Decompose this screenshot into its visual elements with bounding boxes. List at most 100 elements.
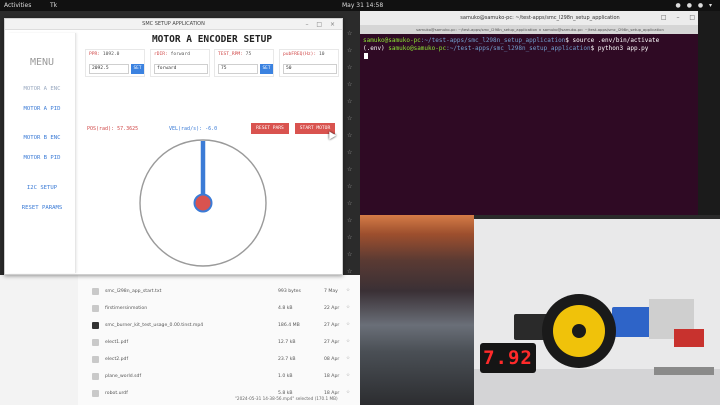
star-icon[interactable]: ☆ xyxy=(346,322,350,327)
star-icon[interactable]: ☆ xyxy=(347,81,352,88)
star-icon[interactable]: ☆ xyxy=(347,64,352,71)
motor-rig-photo xyxy=(474,294,720,405)
file-status-bar: "2024-05-31 14-38-56.mp4" selected (170.… xyxy=(235,396,338,401)
file-date: 22 Apr xyxy=(324,306,340,311)
star-icon[interactable]: ☆ xyxy=(347,30,352,37)
star-icon[interactable]: ☆ xyxy=(347,183,352,190)
file-date: 08 Apr xyxy=(324,357,340,362)
param-key: rDIR: xyxy=(154,52,168,57)
sidebar-item-motor-b-enc[interactable]: MOTOR B ENC xyxy=(8,135,76,141)
terminal-tabs[interactable]: samuko@samuko-pc: ~/test-apps/smc_l298n_… xyxy=(360,25,720,34)
window-titlebar[interactable]: SMC SETUP APPLICATION – □ × xyxy=(5,19,342,30)
param-card-ppr: PPR: 1092.0 2092.5 SET xyxy=(85,49,145,77)
param-value: 75 xyxy=(242,52,252,57)
file-row[interactable]: smc_burner_kit_test_usage_0.00.tinst.mp4… xyxy=(92,319,354,333)
terminal-prefix: (.env) xyxy=(363,45,389,52)
param-key: pubFREQ(Hz): xyxy=(283,52,317,57)
param-key: TEST_RPM: xyxy=(218,52,243,57)
param-card-pub-freq: pubFREQ(Hz): 10 50 xyxy=(279,49,339,77)
file-name: smc_burner_kit_test_usage_0.00.tinst.mp4 xyxy=(105,323,204,328)
file-date: 27 Apr xyxy=(324,323,340,328)
file-manager-sidebar xyxy=(0,275,78,405)
test-rpm-set-button[interactable]: SET xyxy=(260,64,273,74)
star-icon[interactable]: ☆ xyxy=(347,268,352,275)
menu-title: MENU xyxy=(29,57,55,68)
desktop-screen: Activities Tk May 31 14:58 ● ● ● ▾ smc_l… xyxy=(0,0,720,405)
ppr-set-button[interactable]: SET xyxy=(131,64,144,74)
app-indicator[interactable]: Tk xyxy=(50,0,57,11)
file-size: 23.7 kB xyxy=(278,357,296,362)
terminal-line: samuko@samuko-pc:~/test-apps/smc_l298n_s… xyxy=(363,37,659,44)
right-dock xyxy=(698,11,720,215)
star-icon[interactable]: ☆ xyxy=(346,356,350,361)
star-icon[interactable]: ☆ xyxy=(347,166,352,173)
position-readout: POS(rad): 57.3625 xyxy=(87,126,139,132)
test-rpm-input[interactable]: 75 xyxy=(218,64,258,74)
param-value: 10 xyxy=(316,52,325,57)
star-icon[interactable]: ☆ xyxy=(347,115,352,122)
star-icon[interactable]: ☆ xyxy=(346,390,350,395)
param-card-test-rpm: TEST_RPM: 75 75 SET xyxy=(214,49,274,77)
sidebar-item-motor-a-pid[interactable]: MOTOR A PID xyxy=(8,106,76,112)
sidebar-item-motor-a-enc[interactable]: MOTOR A ENC xyxy=(8,86,76,92)
file-size: 12.7 kB xyxy=(278,340,296,345)
sidebar-menu: MENU MOTOR A ENC MOTOR A PID MOTOR B ENC… xyxy=(8,33,76,273)
terminal-titlebar[interactable]: samuko@samuko-pc: ~/test-apps/smc_l298n_… xyxy=(360,11,720,25)
document-file-icon xyxy=(92,373,99,380)
file-size: 4.8 kB xyxy=(278,306,293,311)
ppr-input[interactable]: 2092.5 xyxy=(89,64,129,74)
star-icon[interactable]: ☆ xyxy=(347,200,352,207)
terminal-prompt: samuko@samuko-pc xyxy=(363,37,421,44)
reset-button[interactable]: RESET PARS xyxy=(251,123,289,134)
file-name: plane_world.sdf xyxy=(105,374,142,379)
star-icon[interactable]: ☆ xyxy=(347,47,352,54)
encoder-dial xyxy=(139,139,267,267)
param-card-rdir: rDIR: forward forward xyxy=(150,49,210,77)
camera-view-left xyxy=(360,215,474,405)
star-icon[interactable]: ☆ xyxy=(347,149,352,156)
star-icon[interactable]: ☆ xyxy=(346,288,350,293)
file-row[interactable]: elect2.pdf 23.7 kB 08 Apr ☆ xyxy=(92,353,354,367)
camera-view-right xyxy=(474,219,720,405)
top-bar: Activities Tk May 31 14:58 ● ● ● ▾ xyxy=(0,0,720,11)
activities-button[interactable]: Activities xyxy=(4,0,31,11)
terminal-cursor xyxy=(364,53,368,59)
sidebar-item-reset-params[interactable]: RESET PARAMS xyxy=(8,205,76,211)
star-icon[interactable]: ☆ xyxy=(346,373,350,378)
terminal-title: samuko@samuko-pc: ~/test-apps/smc_l298n_… xyxy=(460,15,620,21)
file-size: 993 bytes xyxy=(278,289,301,294)
page-title: MOTOR A ENCODER SETUP xyxy=(151,34,273,45)
document-file-icon xyxy=(92,288,99,295)
file-row[interactable]: elect1.pdf 12.7 kB 27 Apr ☆ xyxy=(92,336,354,350)
window-controls[interactable]: – □ × xyxy=(305,19,338,30)
file-row[interactable]: plane_world.sdf 1.0 kB 18 Apr ☆ xyxy=(92,370,354,384)
file-name: robot.urdf xyxy=(105,391,128,396)
system-tray[interactable]: ● ● ● ▾ xyxy=(676,0,714,11)
sidebar-item-i2c-setup[interactable]: I2C SETUP xyxy=(8,185,76,191)
file-row[interactable]: firstimersinmotion 4.8 kB 22 Apr ☆ xyxy=(92,302,354,316)
star-icon[interactable]: ☆ xyxy=(346,305,350,310)
star-icon[interactable]: ☆ xyxy=(347,132,352,139)
rdir-select[interactable]: forward xyxy=(154,64,208,74)
terminal-window: samuko@samuko-pc: ~/test-apps/smc_l298n_… xyxy=(360,11,720,215)
document-file-icon xyxy=(92,305,99,312)
dial-hub xyxy=(193,193,213,213)
file-date: 27 Apr xyxy=(324,340,340,345)
file-date: 18 Apr xyxy=(324,374,340,379)
star-icon[interactable]: ☆ xyxy=(347,98,352,105)
seven-segment-display: 7.92 xyxy=(480,343,536,373)
star-icon[interactable]: ☆ xyxy=(347,234,352,241)
pub-freq-select[interactable]: 50 xyxy=(283,64,337,74)
terminal-command: $ source .env/bin/activate xyxy=(565,37,660,44)
sidebar-item-motor-b-pid[interactable]: MOTOR B PID xyxy=(8,155,76,161)
file-manager-window: smc_l298n_app_start.txt 993 bytes 7 May ☆ fi… xyxy=(0,275,360,405)
file-star-column: ☆ ☆ ☆ ☆ ☆ ☆ ☆ ☆ ☆ ☆ ☆ ☆ ☆ ☆ ☆ xyxy=(344,0,360,275)
star-icon[interactable]: ☆ xyxy=(346,339,350,344)
file-row[interactable]: smc_l298n_app_start.txt 993 bytes 7 May ☆ xyxy=(92,285,354,299)
file-name: elect1.pdf xyxy=(105,340,129,345)
document-file-icon xyxy=(92,390,99,397)
file-date: 7 May xyxy=(324,289,338,294)
star-icon[interactable]: ☆ xyxy=(347,217,352,224)
smc-setup-window: SMC SETUP APPLICATION – □ × MENU MOTOR A… xyxy=(4,18,343,275)
star-icon[interactable]: ☆ xyxy=(347,251,352,258)
